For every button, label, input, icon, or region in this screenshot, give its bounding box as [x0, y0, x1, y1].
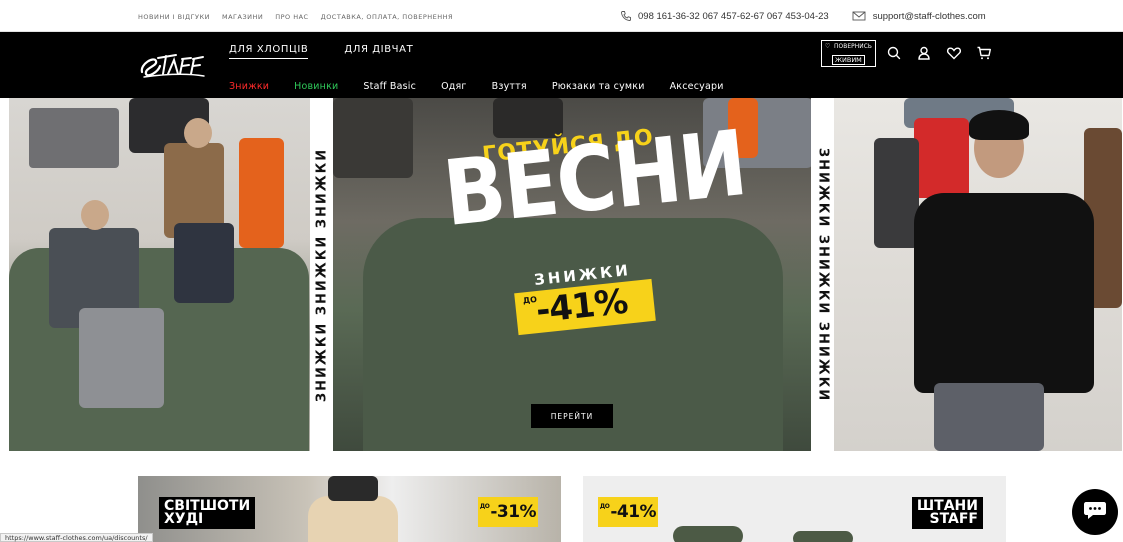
account-icon[interactable]: [916, 45, 932, 61]
top-link-delivery[interactable]: ДОСТАВКА, ОПЛАТА, ПОВЕРНЕННЯ: [321, 13, 453, 21]
discount-strip-right: ЗНИЖКИ ЗНИЖКИ ЗНИЖКИ: [811, 98, 834, 451]
chat-icon: [1083, 499, 1107, 525]
card-discount-badge: ДО -41%: [598, 497, 658, 527]
discount-strip-left: ЗНИЖКИ ЗНИЖКИ ЗНИЖКИ: [310, 98, 333, 451]
mail-icon: [851, 10, 867, 22]
top-link-news[interactable]: НОВИНИ І ВІДГУКИ: [138, 13, 210, 21]
top-link-about[interactable]: ПРО НАС: [275, 13, 308, 21]
top-links: НОВИНИ І ВІДГУКИ МАГАЗИНИ ПРО НАС ДОСТАВ…: [138, 13, 453, 21]
strip-text-left: ЗНИЖКИ ЗНИЖКИ ЗНИЖКИ: [314, 147, 329, 402]
badge-value: -31%: [490, 502, 537, 522]
card-title-sweatshirts: СВІТШОТИ ХУДІ: [159, 497, 256, 529]
cart-icon[interactable]: [976, 45, 992, 61]
tab-girls[interactable]: ДЛЯ ДІВЧАТ: [344, 44, 413, 59]
tab-boys[interactable]: ДЛЯ ХЛОПЦІВ: [229, 44, 309, 59]
badge-prefix: ДО: [479, 503, 490, 510]
phone-icon: [620, 10, 632, 22]
nav-item-shoes[interactable]: Взуття: [492, 81, 527, 92]
hero-photo-right: [834, 98, 1122, 451]
top-info-bar: НОВИНИ І ВІДГУКИ МАГАЗИНИ ПРО НАС ДОСТАВ…: [0, 0, 1123, 32]
category-card-sweatshirts[interactable]: СВІТШОТИ ХУДІ ДО -31%: [138, 476, 561, 542]
status-bar-url: https://www.staff-clothes.com/ua/discoun…: [0, 533, 153, 542]
card-title-line2: STAFF: [929, 511, 978, 527]
category-card-pants[interactable]: ШТАНИ STAFF ДО -41%: [583, 476, 1006, 542]
card-title-pants: ШТАНИ STAFF: [911, 497, 983, 529]
search-icon[interactable]: [886, 45, 902, 61]
hero-photo-left: [9, 98, 310, 451]
contacts: 098 161-36-32 067 457-62-67 067 453-04-2…: [620, 10, 986, 22]
nav-item-staff-basic[interactable]: Staff Basic: [363, 81, 416, 92]
staff-logo[interactable]: [136, 46, 208, 82]
card-discount-badge: ДО -31%: [478, 497, 538, 527]
support-email[interactable]: support@staff-clothes.com: [873, 11, 986, 22]
main-header: ДЛЯ ХЛОПЦІВ ДЛЯ ДІВЧАТ Знижки Новинки St…: [0, 32, 1123, 98]
header-icons: [886, 45, 992, 61]
nav-item-sale[interactable]: Знижки: [229, 81, 269, 92]
strip-text-right: ЗНИЖКИ ЗНИЖКИ ЗНИЖКИ: [815, 147, 830, 402]
phone-numbers[interactable]: 098 161-36-32 067 457-62-67 067 453-04-2…: [638, 11, 829, 22]
hero-banner[interactable]: ЗНИЖКИ ЗНИЖКИ ЗНИЖКИ ЗНИЖКИ ЗНИЖКИ ЗНИЖК…: [9, 98, 1122, 451]
return-alive-badge[interactable]: ♡ ПОВЕРНИСЬ ЖИВИМ: [821, 40, 876, 67]
category-nav: Знижки Новинки Staff Basic Одяг Взуття Р…: [229, 81, 749, 92]
badge-value: -41%: [610, 502, 657, 522]
nav-item-new[interactable]: Новинки: [294, 81, 338, 92]
badge-prefix: ДО: [599, 503, 610, 510]
heart-badge-icon: ♡: [825, 42, 831, 50]
chat-button[interactable]: [1072, 489, 1118, 535]
nav-item-clothing[interactable]: Одяг: [441, 81, 467, 92]
go-button[interactable]: ПЕРЕЙТИ: [531, 404, 613, 428]
promo-percent: -41%: [534, 281, 630, 332]
badge-line2: ЖИВИМ: [832, 55, 865, 65]
gender-tabs: ДЛЯ ХЛОПЦІВ ДЛЯ ДІВЧАТ: [229, 44, 449, 59]
wishlist-heart-icon[interactable]: [946, 45, 962, 61]
badge-line1: ПОВЕРНИСЬ: [834, 42, 873, 50]
card-title-line2: ХУДІ: [164, 511, 204, 527]
nav-item-bags[interactable]: Рюкзаки та сумки: [552, 81, 645, 92]
nav-item-accessories[interactable]: Аксесуари: [670, 81, 724, 92]
top-link-stores[interactable]: МАГАЗИНИ: [222, 13, 263, 21]
